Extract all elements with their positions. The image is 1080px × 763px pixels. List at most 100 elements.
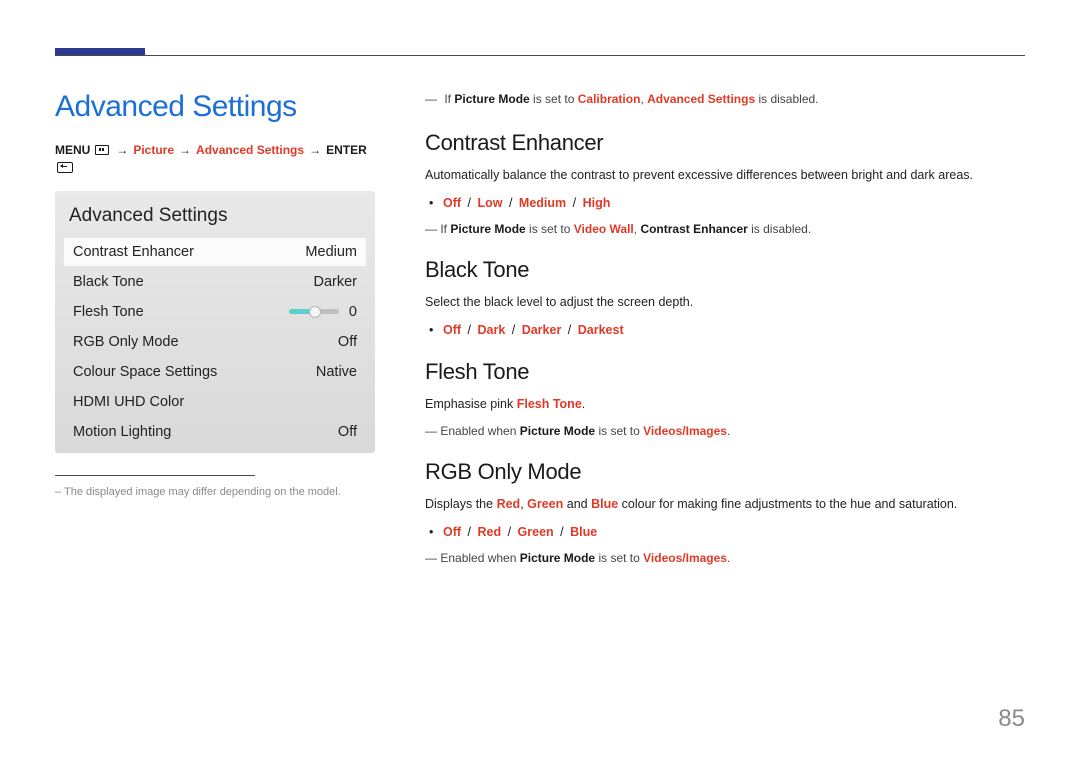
arrow-icon: → [116, 142, 128, 159]
sep: / [464, 323, 474, 337]
osd-label: Black Tone [73, 274, 144, 290]
note-term: Picture Mode [520, 424, 595, 438]
text: and [563, 497, 591, 511]
note-term: Advanced Settings [647, 92, 755, 106]
note-term: Videos/Images [643, 551, 727, 565]
note-text: Enabled when [440, 551, 519, 565]
osd-label: Motion Lighting [73, 424, 171, 440]
opt: Darkest [578, 323, 624, 337]
term: Blue [591, 497, 618, 511]
osd-row-flesh-tone[interactable]: Flesh Tone 0 [63, 297, 367, 327]
osd-row-colour-space[interactable]: Colour Space Settings Native [63, 357, 367, 387]
note-term: Picture Mode [454, 92, 529, 106]
sep: / [508, 323, 518, 337]
note-term: Videos/Images [643, 424, 727, 438]
sep: / [505, 196, 515, 210]
rgb-options: Off / Red / Green / Blue [443, 522, 1025, 543]
note-text: . [727, 424, 730, 438]
note-text: . [727, 551, 730, 565]
osd-value: Medium [305, 244, 357, 260]
image-caption: – The displayed image may differ dependi… [55, 486, 375, 498]
note-text: is disabled. [755, 92, 818, 106]
osd-label: HDMI UHD Color [73, 394, 184, 410]
top-note: ― If Picture Mode is set to Calibration,… [425, 90, 1025, 108]
text: Displays the [425, 497, 497, 511]
note-dash-icon: ― [425, 551, 437, 565]
black-desc: Select the black level to adjust the scr… [425, 293, 1025, 312]
sep: / [557, 525, 567, 539]
osd-label: Colour Space Settings [73, 364, 217, 380]
opt: Dark [477, 323, 505, 337]
osd-preview: Advanced Settings Contrast Enhancer Medi… [55, 191, 375, 453]
osd-row-hdmi-uhd[interactable]: HDMI UHD Color [63, 387, 367, 417]
arrow-icon: → [179, 142, 191, 159]
heading-rgb-only: RGB Only Mode [425, 459, 1025, 485]
note-text: If [440, 222, 450, 236]
note-term: Picture Mode [520, 551, 595, 565]
arrow-icon: → [309, 142, 321, 159]
note-term: Picture Mode [450, 222, 525, 236]
osd-value: Off [338, 424, 357, 440]
opt: Off [443, 323, 461, 337]
osd-label: Contrast Enhancer [73, 244, 194, 260]
note-dash-icon: ― [425, 222, 437, 236]
enter-icon [57, 162, 73, 173]
osd-row-motion-lighting[interactable]: Motion Lighting Off [63, 417, 367, 447]
sep: / [564, 323, 574, 337]
page-top-rule [55, 55, 1025, 56]
breadcrumb-advanced: Advanced Settings [196, 142, 304, 159]
note-text: is disabled. [748, 222, 811, 236]
text: . [582, 397, 585, 411]
sep: / [569, 196, 579, 210]
opt: Blue [570, 525, 597, 539]
breadcrumb-picture: Picture [133, 142, 174, 159]
note-text: is set to [530, 92, 578, 106]
contrast-desc: Automatically balance the contrast to pr… [425, 166, 1025, 185]
term: Red [497, 497, 521, 511]
note-text: is set to [595, 424, 643, 438]
note-term: Calibration [578, 92, 641, 106]
opt: Low [477, 196, 502, 210]
opt: Red [477, 525, 501, 539]
caption-text: The displayed image may differ depending… [64, 486, 341, 498]
black-options: Off / Dark / Darker / Darkest [443, 320, 1025, 341]
osd-value: Off [338, 334, 357, 350]
breadcrumb: MENU → Picture → Advanced Settings → ENT… [55, 142, 375, 173]
caption-rule [55, 475, 255, 476]
note-text: is set to [526, 222, 574, 236]
contrast-note: ― If Picture Mode is set to Video Wall, … [425, 220, 1025, 239]
note-text: If [444, 92, 454, 106]
page-title: Advanced Settings [55, 90, 375, 124]
opt: Medium [519, 196, 566, 210]
note-term: Video Wall [574, 222, 634, 236]
note-dash-icon: ― [425, 424, 437, 438]
heading-black-tone: Black Tone [425, 257, 1025, 283]
sep: / [504, 525, 514, 539]
heading-contrast-enhancer: Contrast Enhancer [425, 130, 1025, 156]
breadcrumb-menu: MENU [55, 142, 90, 159]
osd-label: RGB Only Mode [73, 334, 179, 350]
osd-slider-wrap: 0 [289, 304, 357, 320]
osd-row-rgb-only[interactable]: RGB Only Mode Off [63, 327, 367, 357]
text: colour for making fine adjustments to th… [618, 497, 957, 511]
slider-icon[interactable] [289, 309, 339, 314]
note-term: Contrast Enhancer [640, 222, 747, 236]
rgb-desc: Displays the Red, Green and Blue colour … [425, 495, 1025, 514]
osd-row-contrast-enhancer[interactable]: Contrast Enhancer Medium [63, 237, 367, 267]
osd-title: Advanced Settings [63, 201, 367, 237]
heading-flesh-tone: Flesh Tone [425, 359, 1025, 385]
sep: / [464, 196, 474, 210]
flesh-note: ― Enabled when Picture Mode is set to Vi… [425, 422, 1025, 441]
term: Flesh Tone [517, 397, 582, 411]
rgb-note: ― Enabled when Picture Mode is set to Vi… [425, 549, 1025, 568]
note-text: is set to [595, 551, 643, 565]
page-number: 85 [998, 705, 1025, 733]
menu-icon [95, 145, 109, 155]
note-text: Enabled when [440, 424, 519, 438]
osd-label: Flesh Tone [73, 304, 144, 320]
contrast-options: Off / Low / Medium / High [443, 193, 1025, 214]
sep: / [464, 525, 474, 539]
opt: Off [443, 525, 461, 539]
note-dash-icon: ― [425, 90, 441, 108]
osd-row-black-tone[interactable]: Black Tone Darker [63, 267, 367, 297]
